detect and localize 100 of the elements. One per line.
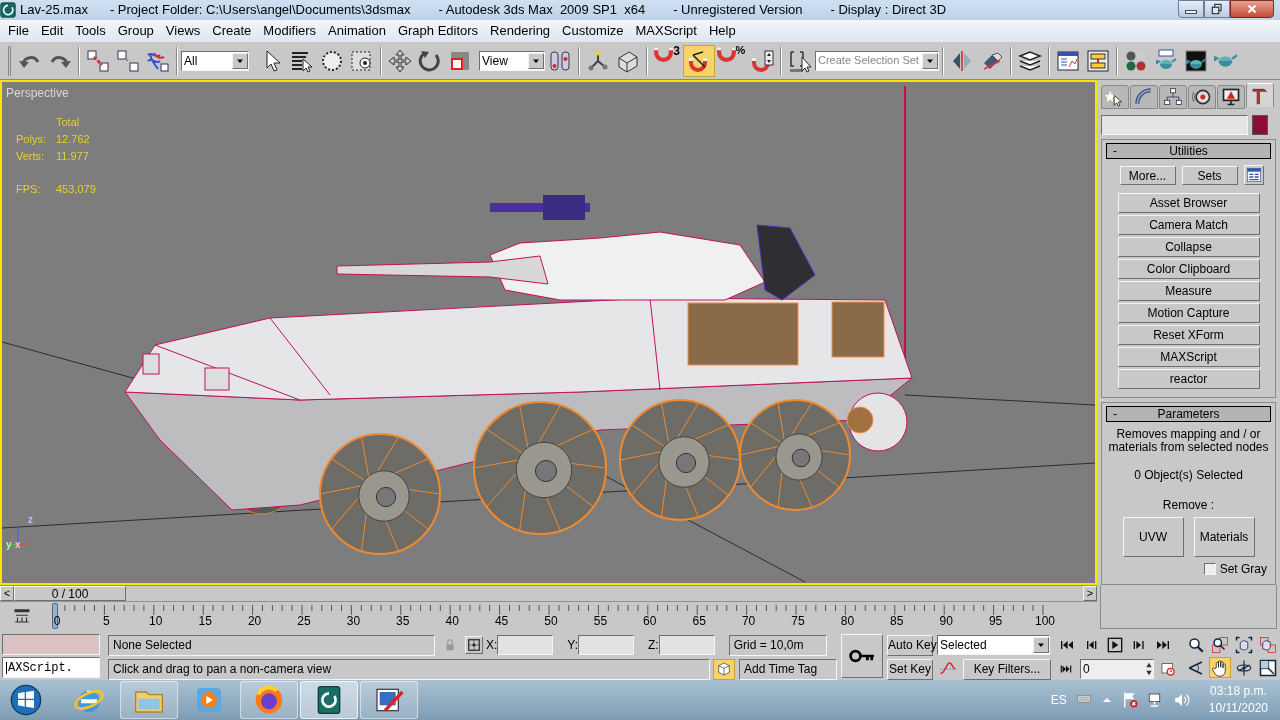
configure-button-sets-button[interactable] xyxy=(1243,165,1264,185)
close-button[interactable] xyxy=(1230,0,1274,18)
reference-coordinate-dropdown[interactable]: View xyxy=(479,50,545,71)
frame-number: 80 xyxy=(840,615,855,627)
close-icon xyxy=(1245,2,1259,16)
utility-button[interactable]: Reset XForm xyxy=(1117,325,1260,345)
object-name-field[interactable] xyxy=(1101,115,1248,135)
menu-item[interactable]: File xyxy=(2,21,35,41)
orbit-icon xyxy=(1235,658,1253,677)
window-title: - Unregistered Version xyxy=(673,1,803,20)
sets-button[interactable]: Sets xyxy=(1181,165,1238,185)
hierarchy-panel-tab[interactable] xyxy=(1159,85,1187,109)
rollout-header[interactable]: - Utilities xyxy=(1106,143,1271,159)
coordinate-field[interactable] xyxy=(578,635,635,655)
next-frame-button[interactable]: > xyxy=(1083,586,1097,601)
pan-view-icon xyxy=(1211,658,1229,677)
minimize-button[interactable] xyxy=(1178,0,1204,18)
menu-item[interactable]: Views xyxy=(159,21,207,41)
menu-item[interactable]: MAXScript xyxy=(629,21,703,41)
utility-button[interactable]: Collapse xyxy=(1117,237,1260,257)
frame-number: 10 xyxy=(149,615,163,627)
menu-item[interactable]: Help xyxy=(702,21,742,41)
set-key-button[interactable]: Set Key xyxy=(887,658,933,680)
pan-view-button[interactable] xyxy=(1209,657,1231,678)
more-button[interactable]: More... xyxy=(1119,165,1176,185)
max-app-button[interactable] xyxy=(300,681,358,719)
coordinate-label: X: xyxy=(486,637,498,654)
utility-button[interactable]: Motion Capture xyxy=(1117,303,1260,323)
stat-label: FPS: xyxy=(16,182,42,197)
key-set-dropdown[interactable]: Selected xyxy=(937,635,1050,655)
named-selection-set-dropdown[interactable]: Create Selection Set xyxy=(815,50,939,71)
zoom-extents-all-button[interactable] xyxy=(1257,634,1279,655)
coordinate-field[interactable] xyxy=(658,635,715,655)
stat-label: Verts: xyxy=(16,149,46,164)
utility-button[interactable]: Color Clipboard xyxy=(1117,259,1260,279)
coordinate-label: Y: xyxy=(567,637,579,654)
utility-button[interactable]: Asset Browser xyxy=(1117,193,1260,213)
create-panel-tab[interactable] xyxy=(1101,85,1129,109)
display-panel-tab[interactable] xyxy=(1217,85,1245,109)
option-checkbox[interactable]: Set Gray xyxy=(1203,560,1267,578)
menu-item[interactable]: Animation xyxy=(322,21,392,41)
utility-button[interactable]: Measure xyxy=(1117,281,1260,301)
maximize-viewport-button[interactable] xyxy=(1257,657,1279,678)
stat-value: 453,079 xyxy=(56,182,96,197)
magnet-icon xyxy=(716,44,736,62)
utility-button[interactable]: MAXScript xyxy=(1117,347,1260,367)
menu-item[interactable]: Modifiers xyxy=(257,21,323,41)
previous-frame-button[interactable]: < xyxy=(0,586,14,601)
frame-number: 15 xyxy=(198,615,212,627)
menu-item[interactable]: Create xyxy=(206,21,258,41)
zoom-extents-button[interactable] xyxy=(1233,634,1255,655)
menu-item[interactable]: Rendering xyxy=(484,21,557,41)
maximize-viewport-icon xyxy=(1259,658,1277,677)
frame-number: 40 xyxy=(445,615,459,627)
folder-button[interactable] xyxy=(120,681,178,719)
angle-snap-toggle-button[interactable] xyxy=(683,44,715,77)
zoom-all-button[interactable] xyxy=(1209,634,1231,655)
current-frame-marker[interactable] xyxy=(52,603,58,629)
key-filters-button[interactable]: Key Filters... xyxy=(963,658,1051,680)
paint-button[interactable] xyxy=(360,681,418,719)
frame-number: 60 xyxy=(643,615,657,627)
menu-item[interactable]: Group xyxy=(111,21,160,41)
spinner-snap-toggle-icon xyxy=(750,48,774,73)
grid-size-field: Grid = 10,0m xyxy=(728,634,827,656)
menu-item[interactable]: Edit xyxy=(34,21,70,41)
restore-button[interactable] xyxy=(1204,0,1230,18)
current-frame-field[interactable]: 0 xyxy=(1080,659,1154,679)
time-tag-button[interactable] xyxy=(713,658,735,680)
coordinate-label: Z: xyxy=(648,637,659,654)
percent-snap-toggle-button[interactable]: % xyxy=(715,44,747,77)
add-time-tag-field[interactable]: Add Time Tag xyxy=(739,658,837,680)
listener-input-field[interactable]: AXScript. xyxy=(2,657,100,678)
motion-panel-tab[interactable] xyxy=(1188,85,1216,109)
menu-item[interactable]: Tools xyxy=(69,21,112,41)
modify-panel-tab[interactable] xyxy=(1130,85,1158,109)
absolute-mode-transform-button[interactable] xyxy=(465,636,483,654)
menu-item[interactable]: Customize xyxy=(556,21,630,41)
selection-filter-dropdown[interactable]: All xyxy=(181,50,249,71)
utility-button[interactable]: reactor xyxy=(1117,369,1260,389)
utilities-panel-tab[interactable] xyxy=(1246,83,1274,107)
remove-button[interactable]: UVW xyxy=(1122,517,1184,557)
listener-output-field[interactable] xyxy=(2,634,100,655)
rollout-header[interactable]: - Parameters xyxy=(1106,406,1271,422)
frame-number: 70 xyxy=(741,615,756,627)
hierarchy-icon xyxy=(1163,87,1183,107)
set-keys-button[interactable] xyxy=(841,634,883,678)
rendered-frame-window-icon xyxy=(1184,48,1208,73)
snap-toggle-button[interactable]: 3 xyxy=(651,44,683,77)
axis-label: y xyxy=(6,540,12,550)
object-color-swatch[interactable] xyxy=(1252,115,1268,135)
time-configuration-icon xyxy=(1160,661,1176,677)
coordinate-field[interactable] xyxy=(497,635,554,655)
time-slider-track[interactable]: < 0 / 100 > xyxy=(0,585,1097,602)
utility-button[interactable]: Camera Match xyxy=(1117,215,1260,235)
remove-button[interactable]: Materials xyxy=(1193,517,1255,557)
menu-item[interactable]: Graph Editors xyxy=(391,21,485,41)
window-title: Lav-25.max xyxy=(20,1,88,20)
firefox-button[interactable] xyxy=(240,681,298,719)
time-slider-thumb[interactable]: 0 / 100 xyxy=(14,586,126,601)
layer-manager-icon xyxy=(1018,48,1042,73)
